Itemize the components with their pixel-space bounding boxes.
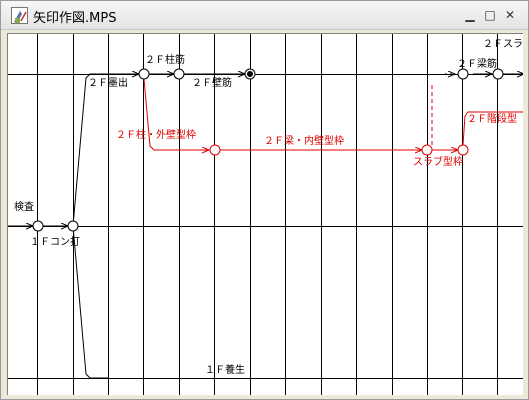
diagram-canvas[interactable]: ２Ｆスラ ２Ｆ柱筋 ２Ｆ梁筋 ２Ｆ墨出 ２Ｆ壁筋 ２Ｆ柱・外壁型枠 ２Ｆ梁・内壁… bbox=[7, 33, 523, 395]
minimize-button[interactable]: ▁ bbox=[462, 8, 478, 22]
label-slab-formwork: スラブ型枠 bbox=[413, 155, 463, 168]
node-column bbox=[173, 68, 185, 80]
node-beam bbox=[457, 68, 469, 80]
label-marking-2f: ２Ｆ墨出 bbox=[88, 76, 128, 89]
label-beam-2f: ２Ｆ梁筋 bbox=[457, 57, 497, 70]
arrow-diagram: ２Ｆスラ ２Ｆ柱筋 ２Ｆ梁筋 ２Ｆ墨出 ２Ｆ壁筋 ２Ｆ柱・外壁型枠 ２Ｆ梁・内壁… bbox=[8, 34, 523, 395]
close-button[interactable]: ✕ bbox=[502, 8, 518, 22]
label-stairs-formwork: ２Ｆ階段型 bbox=[467, 112, 517, 125]
node-outer-formwork bbox=[209, 144, 221, 156]
label-curing-1f: １Ｆ養生 bbox=[205, 363, 245, 376]
window-title: 矢印作図.MPS bbox=[33, 11, 117, 26]
grid-horizontal bbox=[8, 74, 523, 379]
label-outer-formwork: ２Ｆ柱・外壁型枠 bbox=[116, 128, 196, 141]
app-icon[interactable] bbox=[11, 7, 28, 24]
label-top-right: ２Ｆスラ bbox=[483, 38, 523, 50]
node-concrete bbox=[67, 220, 79, 232]
title-bar[interactable]: 矢印作図.MPS ▁ □ ✕ bbox=[1, 1, 528, 30]
label-wall-2f: ２Ｆ壁筋 bbox=[192, 76, 232, 89]
node-stairs bbox=[457, 144, 469, 156]
node-inspection bbox=[32, 220, 44, 232]
label-inspection: 検査 bbox=[14, 200, 34, 213]
label-column-2f: ２Ｆ柱筋 bbox=[145, 53, 185, 66]
node-slab-formwork bbox=[421, 144, 433, 156]
app-window: 矢印作図.MPS ▁ □ ✕ ２Ｆスラ ２Ｆ柱筋 ２Ｆ梁筋 ２Ｆ墨出 ２Ｆ壁筋 … bbox=[0, 0, 529, 400]
node-marking bbox=[138, 68, 150, 80]
label-inner-formwork: ２Ｆ梁・内壁型枠 bbox=[264, 134, 344, 147]
node-slab bbox=[492, 68, 504, 80]
maximize-button[interactable]: □ bbox=[482, 8, 498, 22]
label-concrete-1f: １Ｆコン打 bbox=[30, 235, 80, 248]
